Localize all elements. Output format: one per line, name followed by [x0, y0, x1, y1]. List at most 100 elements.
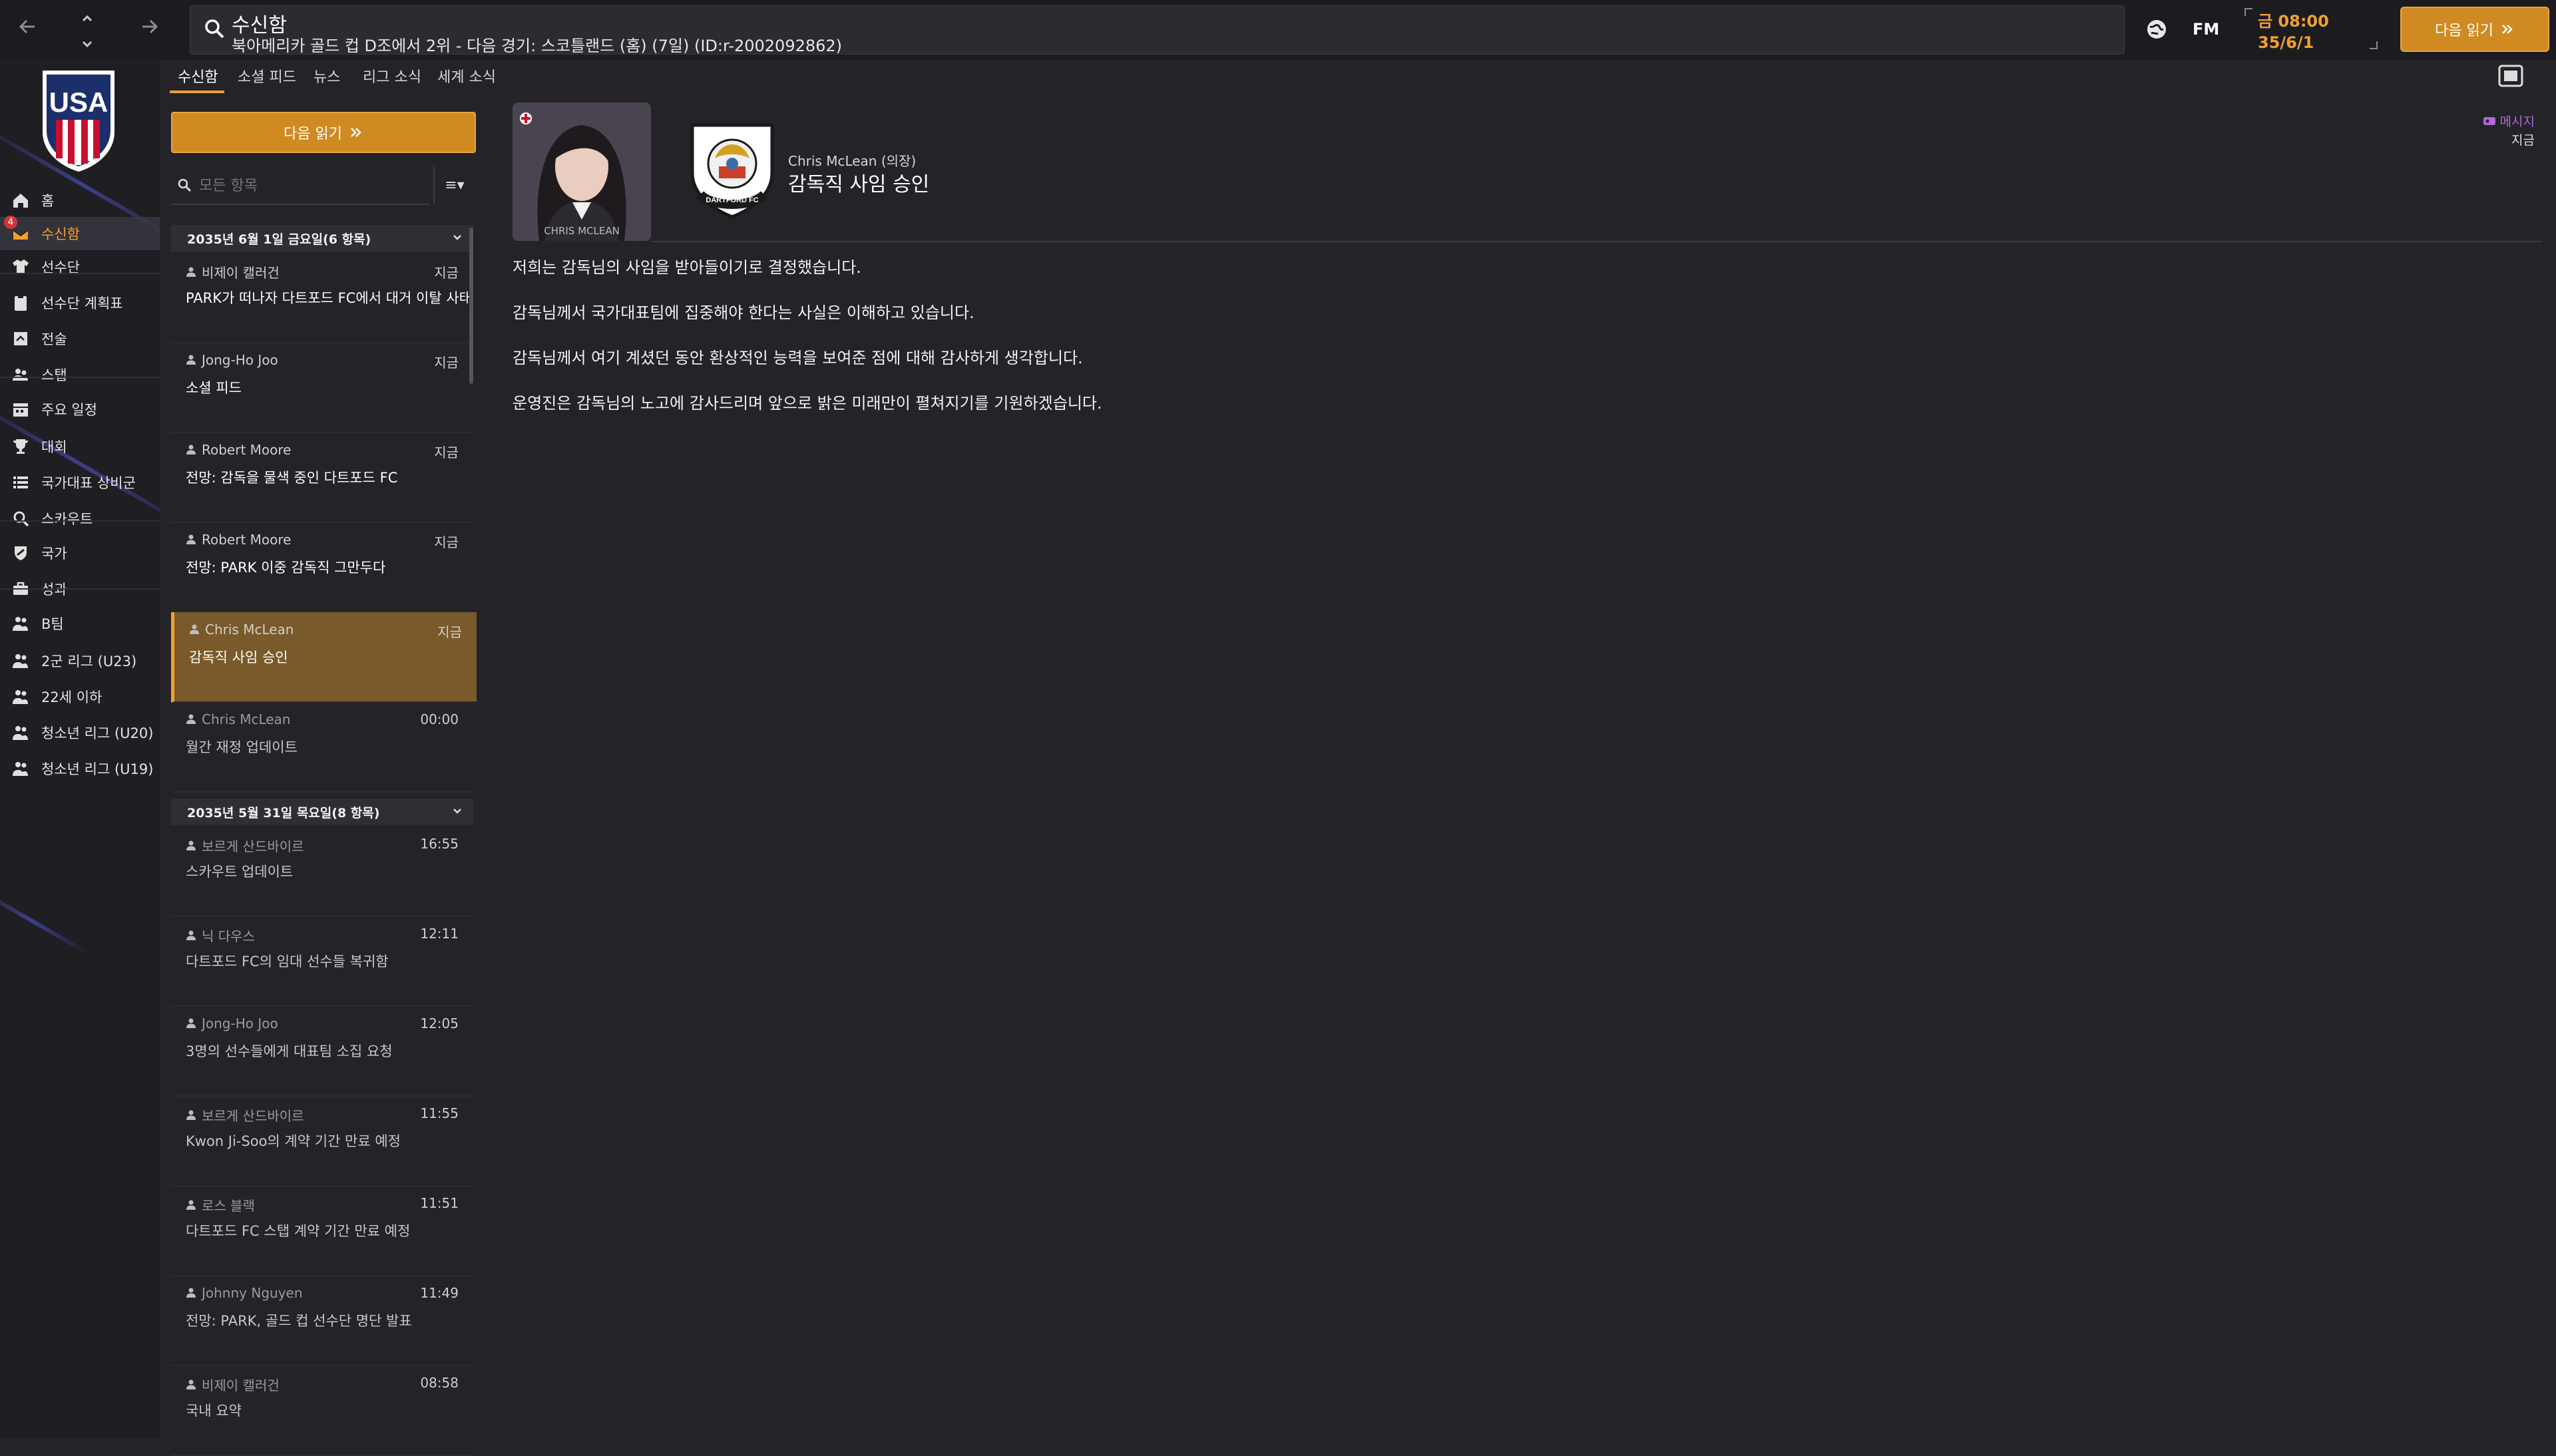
- inbox-message-item[interactable]: Chris McLean 지금 감독직 사임 승인: [171, 612, 477, 703]
- message-sender: Jong-Ho Joo: [186, 352, 278, 368]
- inbox-message-item[interactable]: Chris McLean 00:00 월간 재정 업데이트: [171, 702, 473, 793]
- chevron-down-icon: [451, 230, 464, 247]
- dartford-fc-crest-logo[interactable]: DARTFORD FC: [686, 120, 779, 220]
- fm-logo[interactable]: FM: [2193, 20, 2219, 39]
- inbox-message-item[interactable]: Robert Moore 지금 전망: 감독을 물색 중인 다트포드 FC: [171, 433, 473, 523]
- list-icon: [11, 472, 31, 492]
- chevron-down-icon: [451, 804, 464, 820]
- tab-world-news[interactable]: 세계 소식: [437, 65, 496, 87]
- sidebar-item[interactable]: 청소년 리그 (U19): [0, 752, 160, 785]
- sidebar-item[interactable]: 선수단 계획표: [0, 286, 160, 319]
- shield-icon: [11, 543, 31, 563]
- inbox-message-item[interactable]: Robert Moore 지금 전망: PARK 이중 감독직 그만두다: [171, 522, 473, 613]
- club-crest-text: DARTFORD FC: [706, 196, 758, 204]
- unread-badge: 4: [4, 216, 17, 229]
- inbox-date-group-header[interactable]: 2035년 5월 31일 목요일(8 항목): [171, 799, 473, 825]
- search-subtitle: 북아메리카 골드 컵 D조에서 2위 - 다음 경기: 스코틀랜드 (홈) (7…: [232, 37, 843, 55]
- sidebar-item[interactable]: 대회: [0, 430, 160, 463]
- sidebar-item[interactable]: 스탭: [0, 358, 160, 391]
- message-body-line: 감독님께서 국가대표팀에 집중해야 한다는 사실은 이해하고 있습니다.: [513, 303, 974, 322]
- arrow-right-icon: [142, 19, 158, 34]
- game-clock[interactable]: 금 08:00 35/6/1: [2244, 8, 2378, 52]
- inbox-filter: [171, 166, 429, 205]
- sidebar-divider: [0, 273, 160, 274]
- message-sender: Jong-Ho Joo: [186, 1015, 278, 1031]
- sidebar-item[interactable]: 수신함 4: [0, 216, 160, 250]
- continue-button[interactable]: 다음 읽기: [2400, 7, 2549, 52]
- person-icon: [186, 838, 196, 854]
- person-icon: [186, 442, 196, 458]
- sidebar-item[interactable]: B팀: [0, 607, 160, 640]
- forward-button[interactable]: [134, 13, 164, 43]
- read-next-label: 다음 읽기: [284, 126, 342, 142]
- scroll-up-button[interactable]: [77, 7, 97, 27]
- globe-icon[interactable]: [2145, 17, 2169, 41]
- sidebar-item[interactable]: 선수단: [0, 250, 160, 283]
- sidebar-item[interactable]: 청소년 리그 (U20): [0, 716, 160, 749]
- tab-league-news[interactable]: 리그 소식: [363, 65, 421, 87]
- portrait-caption: CHRIS MCLEAN: [544, 225, 620, 237]
- inbox-scrollbar[interactable]: [469, 228, 473, 384]
- sidebar-item-label: 스탭: [41, 367, 67, 383]
- inbox-message-item[interactable]: 비제이 캘러건 지금 PARK가 떠나자 다트포드 FC에서 대거 이탈 사태: [171, 253, 473, 343]
- sidebar-item[interactable]: 홈: [0, 184, 160, 217]
- inbox-date-group-header[interactable]: 2035년 6월 1일 금요일(6 항목): [171, 225, 473, 252]
- home-icon: [11, 190, 31, 210]
- sidebar-item[interactable]: 국가대표 상비군: [0, 466, 160, 499]
- inbox-message-item[interactable]: Johnny Nguyen 11:49 전망: PARK, 골드 컵 선수단 명단 …: [171, 1276, 473, 1366]
- sidebar-item[interactable]: 22세 이하: [0, 680, 160, 713]
- message-time: 지금: [437, 624, 462, 640]
- sender-name: Johnny Nguyen: [202, 1285, 303, 1301]
- inbox-message-item[interactable]: 보르게 산드바이르 16:55 스카우트 업데이트: [171, 826, 473, 917]
- message-tag-label: 메시지: [2499, 114, 2535, 129]
- message-time: 00:00: [420, 711, 459, 727]
- sidebar-divider: [0, 520, 160, 522]
- team-icon: [11, 759, 31, 779]
- message-time: 12:05: [420, 1015, 459, 1031]
- top-bar: 수신함 북아메리카 골드 컵 D조에서 2위 - 다음 경기: 스코틀랜드 (홈…: [0, 0, 2556, 60]
- scroll-down-button[interactable]: [77, 32, 97, 52]
- message-subject: Kwon Ji-Soo의 계약 기간 만료 예정: [186, 1133, 401, 1149]
- date-group-label: 2035년 5월 31일 목요일(8 항목): [187, 805, 380, 820]
- filter-input[interactable]: [198, 172, 420, 200]
- message-body-line: 저희는 감독님의 사임을 받아들이기로 결정했습니다.: [513, 258, 861, 277]
- search-icon: [205, 19, 224, 39]
- panel-toggle-icon[interactable]: [2497, 64, 2524, 88]
- message-sender: 보르게 산드바이르: [186, 836, 304, 855]
- inbox-message-item[interactable]: Jong-Ho Joo 지금 소셜 피드: [171, 343, 473, 433]
- message-subject: 소셜 피드: [186, 380, 242, 396]
- inbox-message-item[interactable]: 로스 블랙 11:51 다트포드 FC 스탭 계약 기간 만료 예정: [171, 1186, 473, 1276]
- message-body-line: 운영진은 감독님의 노고에 감사드리며 앞으로 밝은 미래만이 펼쳐지기를 기원…: [513, 394, 1102, 413]
- sidebar-item-label: 22세 이하: [41, 689, 103, 705]
- message-time: 지금: [434, 534, 459, 550]
- inbox-message-item[interactable]: 닉 다우스 12:11 다트포드 FC의 임대 선수들 복귀함: [171, 916, 473, 1007]
- message-from[interactable]: Chris McLean (의장): [788, 150, 916, 170]
- sidebar-item-label: 선수단 계획표: [41, 295, 123, 311]
- tab-news[interactable]: 뉴스: [314, 65, 340, 87]
- sender-name: 닉 다우스: [202, 928, 255, 944]
- inbox-message-item[interactable]: 보르게 산드바이르 11:55 Kwon Ji-Soo의 계약 기간 만료 예정: [171, 1096, 473, 1186]
- message-tag-icon: [2483, 116, 2495, 125]
- sidebar-item[interactable]: 스카우트: [0, 502, 160, 535]
- tab-social-feed[interactable]: 소셜 피드: [238, 65, 296, 87]
- clipboard-icon: [11, 293, 31, 313]
- chevron-up-icon: [82, 15, 93, 22]
- sidebar-item[interactable]: 2군 리그 (U23): [0, 644, 160, 677]
- inbox-message-item[interactable]: Jong-Ho Joo 12:05 3명의 선수들에게 대표팀 소집 요청: [171, 1006, 473, 1097]
- person-icon: [189, 622, 200, 637]
- sidebar-item[interactable]: 국가: [0, 536, 160, 570]
- sidebar-item[interactable]: 전술: [0, 322, 160, 355]
- message-time: 12:11: [420, 926, 459, 942]
- sender-name: Chris McLean: [202, 711, 291, 727]
- global-search-bar[interactable]: 수신함 북아메리카 골드 컵 D조에서 2위 - 다음 경기: 스코틀랜드 (홈…: [190, 5, 2125, 55]
- back-button[interactable]: [13, 13, 43, 43]
- read-next-button[interactable]: 다음 읽기: [171, 112, 476, 153]
- search-icon: [178, 178, 192, 192]
- inbox-message-item[interactable]: 비제이 캘러건 08:58 국내 요약: [171, 1365, 473, 1456]
- message-subject: 스카우트 업데이트: [186, 864, 294, 880]
- tab-inbox[interactable]: 수신함: [178, 65, 218, 87]
- sender-name: 보르게 산드바이르: [202, 1108, 304, 1124]
- tab-active-indicator: [170, 91, 224, 93]
- filter-menu-button[interactable]: ≡▾: [433, 166, 475, 204]
- sidebar-item[interactable]: 주요 일정: [0, 393, 160, 426]
